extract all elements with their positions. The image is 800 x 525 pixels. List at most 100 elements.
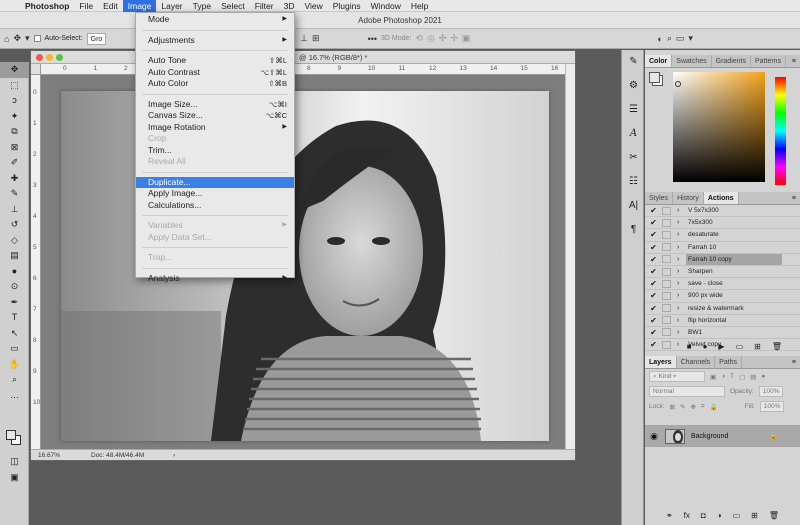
align-center-icon[interactable]: ⊞ (312, 33, 320, 44)
expand-chevron-icon[interactable]: › (677, 256, 686, 263)
menu-item-adjustments[interactable]: Adjustments ▶ (136, 35, 294, 47)
checkmark-icon[interactable]: ✔ (645, 279, 662, 288)
menu-item-auto-contrast[interactable]: Auto Contrast ⌥⇧⌘L (136, 67, 294, 79)
expand-chevron-icon[interactable]: › (677, 329, 686, 336)
smart-filter-icon[interactable]: ▤ (750, 373, 756, 381)
checkmark-icon[interactable]: ✔ (645, 218, 662, 227)
distribute-icon[interactable]: ⊥ (300, 33, 308, 44)
tool-presets-icon[interactable]: ✂ (622, 146, 645, 170)
quick-mask-icon[interactable]: ◫ (0, 454, 29, 470)
more-options-icon[interactable]: ••• (368, 34, 377, 44)
menu-item-mode[interactable]: Mode ▶ (136, 14, 294, 26)
action-name[interactable]: BW1 (686, 327, 782, 338)
foreground-swatch[interactable] (649, 72, 660, 83)
paragraph-style-icon[interactable]: A| (622, 194, 645, 218)
menu-type[interactable]: Type (188, 0, 216, 12)
horizontal-ruler[interactable]: 012345678910111213141516 (41, 64, 565, 75)
path-selection-tool-icon[interactable]: ↖ (0, 326, 29, 342)
menu-3d[interactable]: 3D (279, 0, 300, 12)
action-name[interactable]: resize & watermark (686, 303, 782, 314)
lasso-tool-icon[interactable]: ↄ (0, 93, 29, 109)
gradient-tool-icon[interactable]: ▤ (0, 248, 29, 264)
adjustment-filter-icon[interactable]: ◑ (721, 373, 725, 380)
expand-chevron-icon[interactable]: › (677, 305, 686, 312)
fill-field[interactable]: 100% (759, 401, 785, 412)
checkmark-icon[interactable]: ✔ (645, 206, 662, 215)
healing-brush-tool-icon[interactable]: ✚ (0, 171, 29, 187)
clone-stamp-tool-icon[interactable]: ⊥ (0, 202, 29, 218)
doc-size[interactable]: Doc: 48.4M/46.4M (91, 450, 144, 461)
action-row[interactable]: ✔ › save - close (645, 278, 800, 291)
menu-window[interactable]: Window (366, 0, 406, 12)
3d-roll-icon[interactable]: ◎ (427, 33, 435, 44)
share-icon[interactable]: ◐ (657, 34, 662, 44)
action-row[interactable]: ✔ › desaturate (645, 229, 800, 242)
adjustments-icon[interactable]: ☷ (622, 170, 645, 194)
action-name[interactable]: 7x5x300 (686, 217, 782, 228)
apple-menu-icon[interactable] (10, 0, 20, 12)
tab-paths[interactable]: Paths (715, 356, 743, 368)
action-row[interactable]: ✔ › V 5x7x300 (645, 205, 800, 218)
frame-tool-icon[interactable]: ⊠ (0, 140, 29, 156)
chevron-down-icon[interactable]: ▾ (688, 33, 693, 44)
group-icon[interactable]: ▭ (733, 511, 741, 523)
tab-actions[interactable]: Actions (703, 192, 739, 204)
more-tools-icon[interactable]: … (0, 388, 29, 404)
expand-chevron-icon[interactable]: › (677, 268, 686, 275)
checkmark-icon[interactable]: ✔ (645, 267, 662, 276)
lock-image-icon[interactable]: ✎ (680, 403, 685, 411)
menu-item-apply-image[interactable]: Apply Image... (136, 188, 294, 200)
layer-thumbnail[interactable] (665, 428, 685, 444)
trash-icon[interactable]: 🗑 (769, 511, 779, 523)
auto-select-dropdown[interactable]: Gro (86, 32, 107, 45)
record-icon[interactable]: ● (703, 342, 708, 356)
action-name[interactable]: flip horizontal (686, 315, 782, 326)
adjustment-layer-icon[interactable]: ◑ (717, 511, 722, 523)
layer-row-background[interactable]: ◉ Background 🔒 (645, 425, 800, 447)
action-name[interactable]: Farrah 10 copy (686, 253, 782, 265)
foreground-color-swatch[interactable] (6, 430, 16, 440)
kind-filter-dropdown[interactable]: ⌕ Kind ▾ (649, 371, 705, 382)
menu-item-duplicate[interactable]: Duplicate... (136, 176, 294, 188)
checkmark-icon[interactable]: ✔ (645, 230, 662, 239)
tab-patterns[interactable]: Patterns (751, 55, 787, 67)
lock-artboard-icon[interactable]: ⌗ (701, 403, 705, 411)
menu-item-auto-tone[interactable]: Auto Tone ⇧⌘L (136, 55, 294, 67)
new-action-icon[interactable]: ⊞ (754, 342, 761, 356)
menu-plugins[interactable]: Plugins (328, 0, 366, 12)
link-icon[interactable]: ⚭ (666, 511, 673, 523)
type-tool-icon[interactable]: T (0, 310, 29, 326)
panel-menu-icon[interactable]: ≡ (792, 192, 800, 204)
hand-tool-icon[interactable]: ✋ (0, 357, 29, 373)
dialog-toggle[interactable] (662, 304, 671, 313)
vertical-ruler[interactable]: 0 1 2 3 4 5 6 7 8 9 10 (31, 75, 41, 451)
document-tab-title[interactable]: @ 16.7% (RGB/8*) * (31, 51, 575, 64)
menu-help[interactable]: Help (406, 0, 433, 12)
new-layer-icon[interactable]: ⊞ (751, 511, 758, 523)
dialog-toggle[interactable] (662, 230, 671, 239)
3d-rotate-icon[interactable]: ⟲ (415, 33, 423, 44)
checkmark-icon[interactable]: ✔ (645, 243, 662, 252)
brush-tool-icon[interactable]: ✎ (0, 186, 29, 202)
folder-icon[interactable]: ▭ (736, 342, 744, 356)
menu-item-image-size[interactable]: Image Size... ⌥⌘I (136, 99, 294, 111)
eraser-tool-icon[interactable]: ◇ (0, 233, 29, 249)
paragraph-icon[interactable]: ¶ (622, 218, 645, 242)
checkmark-icon[interactable]: ✔ (645, 255, 662, 264)
panel-menu-icon[interactable]: ≡ (792, 55, 800, 67)
search-icon[interactable]: ⌕ (667, 33, 672, 44)
eye-icon[interactable]: ◉ (645, 431, 663, 442)
action-name[interactable]: Farrah 10 (686, 242, 782, 253)
minimize-icon[interactable] (46, 54, 53, 61)
checkmark-icon[interactable]: ✔ (645, 291, 662, 300)
workspace-icon[interactable]: ▭ (676, 33, 685, 44)
action-name[interactable]: Sharpen (686, 266, 782, 277)
move-tool-icon[interactable]: ✥ (13, 33, 21, 44)
menu-select[interactable]: Select (216, 0, 250, 12)
opacity-field[interactable]: 100% (758, 386, 784, 397)
expand-chevron-icon[interactable]: › (677, 207, 686, 214)
filter-toggle-icon[interactable]: ● (761, 373, 765, 380)
3d-scale-icon[interactable]: ▣ (462, 33, 471, 44)
dodge-tool-icon[interactable]: ⊙ (0, 279, 29, 295)
rectangle-tool-icon[interactable]: ▭ (0, 341, 29, 357)
